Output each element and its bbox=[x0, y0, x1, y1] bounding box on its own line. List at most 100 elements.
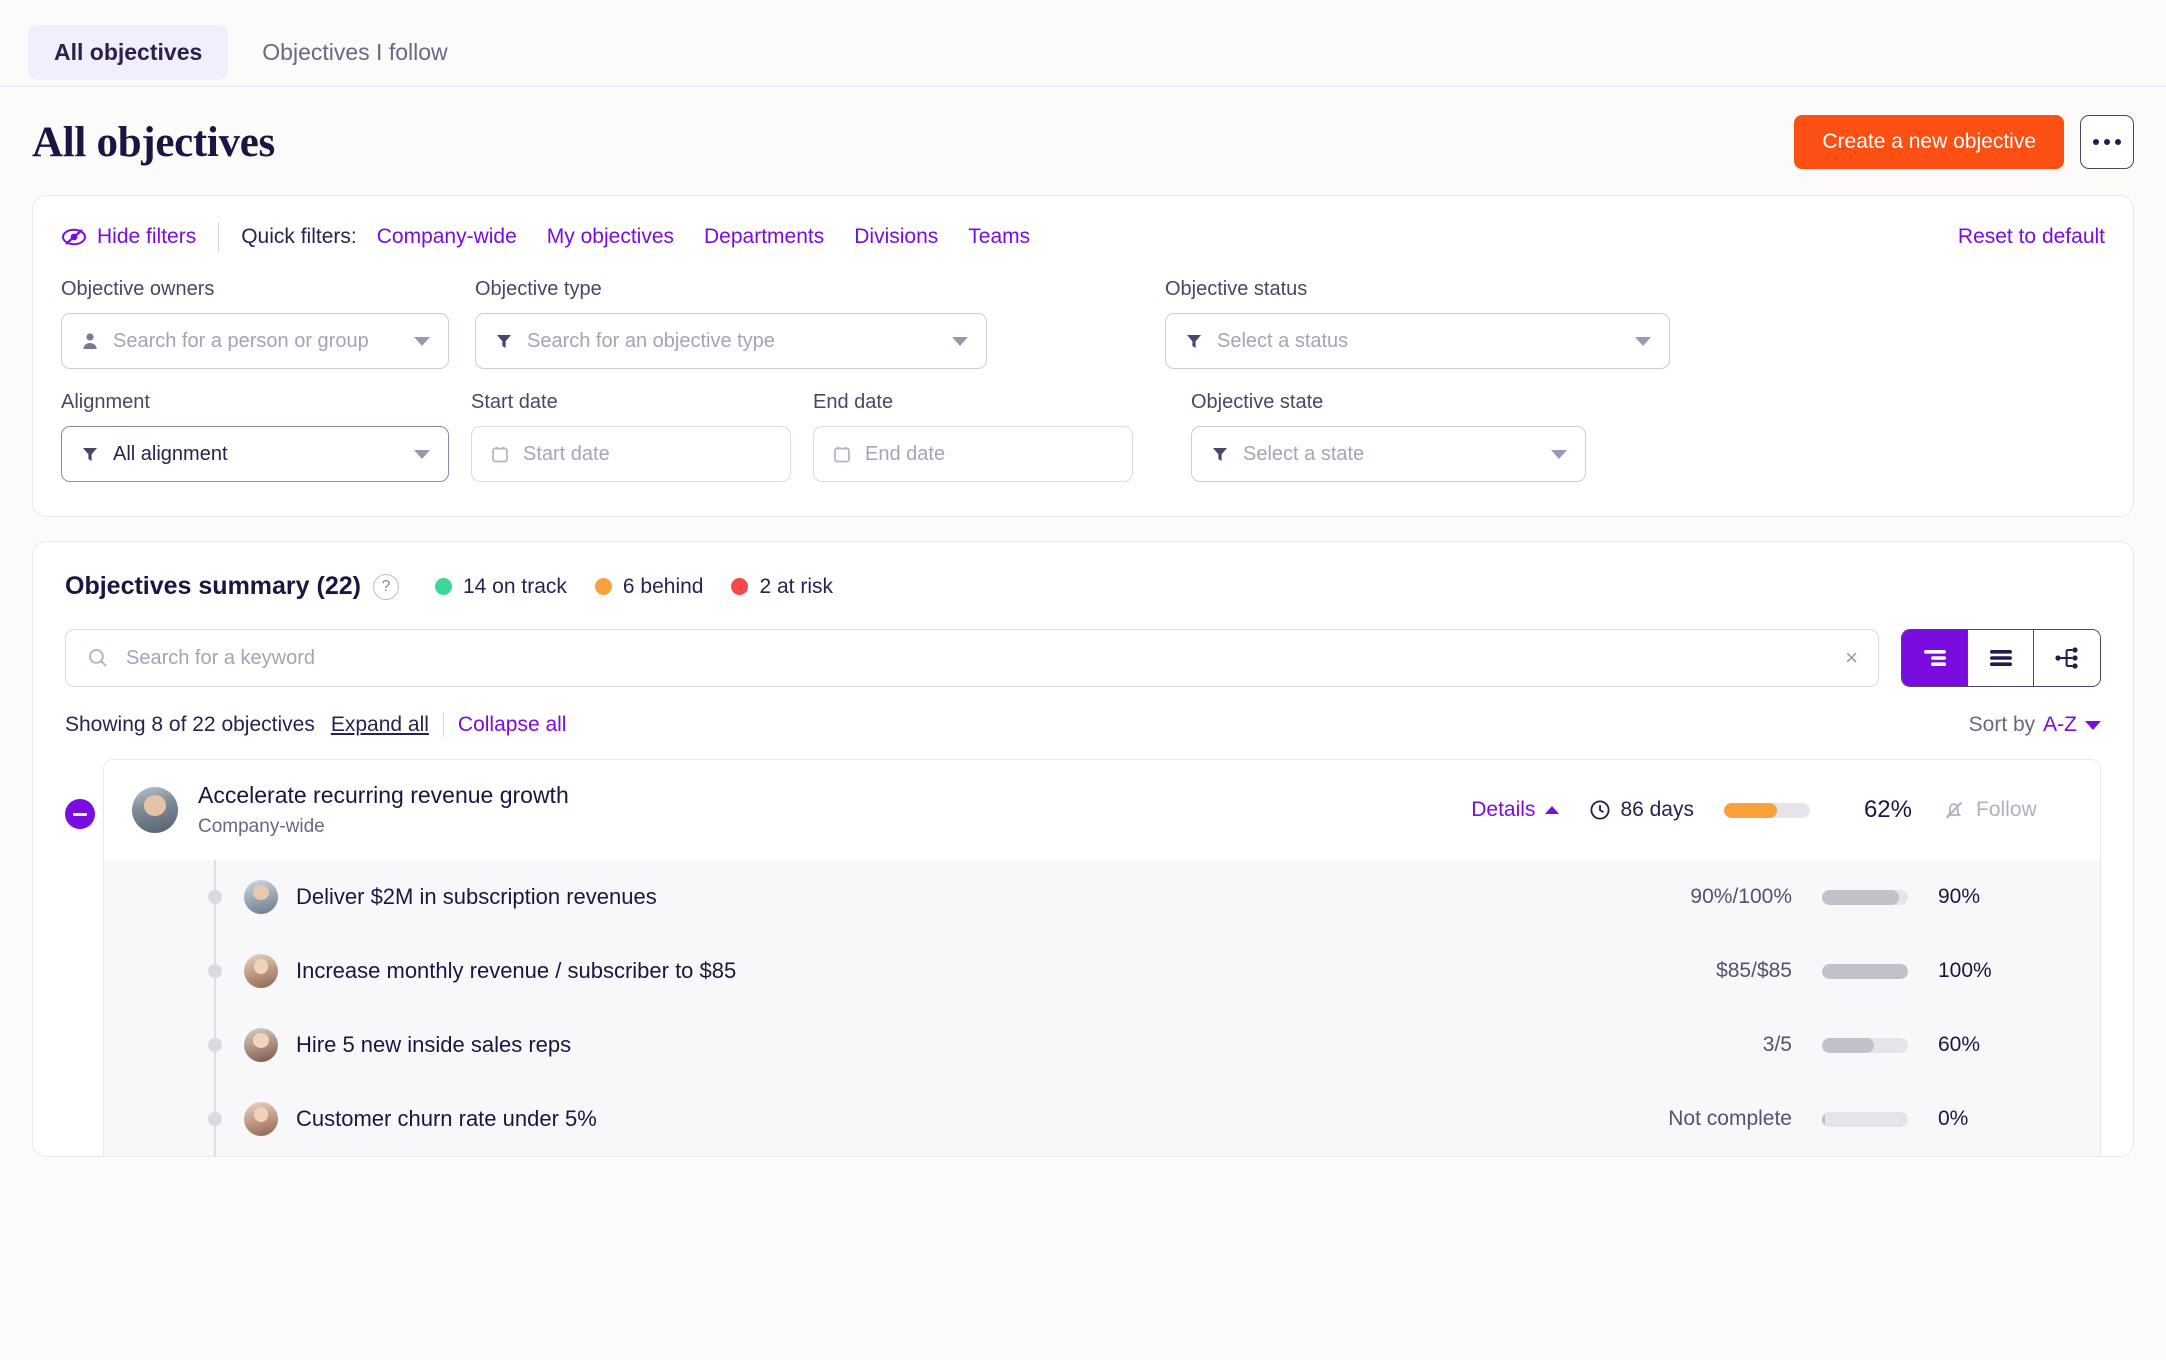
objective-card: Accelerate recurring revenue growth Comp… bbox=[103, 759, 2101, 1156]
filter-objective-state: Objective state Select a state bbox=[1191, 391, 1586, 482]
follow-label: Follow bbox=[1976, 798, 2037, 821]
hide-filters-button[interactable]: Hide filters bbox=[61, 225, 196, 249]
key-result-name[interactable]: Customer churn rate under 5% bbox=[296, 1106, 597, 1132]
key-result-value: 90%/100% bbox=[1690, 885, 1792, 908]
filter-objective-status: Objective status Select a status bbox=[1165, 278, 1670, 369]
key-result-row[interactable]: Deliver $2M in subscription revenues 90%… bbox=[104, 860, 2100, 934]
start-date-input[interactable]: Start date bbox=[471, 426, 791, 482]
sort-by-control[interactable]: Sort by A-Z bbox=[1969, 713, 2101, 737]
funnel-icon bbox=[497, 335, 511, 348]
nested-list-view-button[interactable] bbox=[1902, 630, 1968, 686]
days-remaining: 86 days bbox=[1589, 798, 1694, 822]
calendar-icon bbox=[834, 446, 850, 463]
alignment-value: All alignment bbox=[113, 442, 228, 465]
status-summary: 14 on track 6 behind 2 at risk bbox=[434, 574, 833, 599]
objective-state-select[interactable]: Select a state bbox=[1191, 426, 1586, 482]
sort-by-value: A-Z bbox=[2043, 713, 2077, 736]
filter-objective-owners: Objective owners Search for a person or … bbox=[61, 278, 449, 369]
objective-row[interactable]: Accelerate recurring revenue growth Comp… bbox=[104, 760, 2100, 860]
filter-start-date: Start date Start date bbox=[471, 391, 791, 482]
key-result-name[interactable]: Increase monthly revenue / subscriber to… bbox=[296, 958, 736, 984]
key-result-name[interactable]: Hire 5 new inside sales reps bbox=[296, 1032, 571, 1058]
avatar bbox=[244, 1102, 278, 1136]
key-result-row[interactable]: Hire 5 new inside sales reps 3/5 60% bbox=[104, 1008, 2100, 1082]
details-label: Details bbox=[1471, 798, 1536, 821]
layout-spacer bbox=[1013, 278, 1139, 369]
filters-card: Hide filters Quick filters: Company-wide… bbox=[32, 195, 2134, 517]
hide-filters-label: Hide filters bbox=[97, 225, 197, 248]
summary-title: Objectives summary (22) bbox=[65, 572, 361, 600]
filters-row-one: Objective owners Search for a person or … bbox=[61, 278, 2105, 369]
ellipsis-icon bbox=[2115, 139, 2121, 145]
clear-search-icon[interactable]: × bbox=[1845, 647, 1858, 669]
ellipsis-icon bbox=[2104, 139, 2110, 145]
status-on-track: 14 on track bbox=[434, 574, 567, 599]
flat-list-view-button[interactable] bbox=[1968, 630, 2034, 686]
search-input[interactable]: Search for a keyword bbox=[126, 647, 315, 670]
quick-filter-teams[interactable]: Teams bbox=[968, 225, 1030, 249]
status-on-track-label: 14 on track bbox=[462, 574, 567, 598]
filters-row-two: Alignment All alignment Start date Start… bbox=[61, 391, 2105, 482]
filter-label-alignment: Alignment bbox=[61, 391, 150, 413]
filters-header: Hide filters Quick filters: Company-wide… bbox=[61, 222, 2105, 252]
expand-collapse-divider bbox=[442, 713, 444, 737]
status-behind-label: 6 behind bbox=[622, 574, 704, 598]
more-options-button[interactable] bbox=[2080, 115, 2134, 169]
key-result-value: $85/$85 bbox=[1716, 959, 1792, 982]
key-result-dot bbox=[208, 1112, 222, 1126]
objective-status-select[interactable]: Select a status bbox=[1165, 313, 1670, 369]
chevron-down-icon bbox=[2085, 720, 2101, 730]
chevron-down-icon bbox=[952, 336, 968, 346]
tab-all-objectives[interactable]: All objectives bbox=[28, 24, 229, 80]
objectives-page: All objectives Objectives I follow All o… bbox=[0, 0, 2166, 1360]
sort-by-label: Sort by bbox=[1968, 713, 2036, 736]
objectives-summary-card: Objectives summary (22) ? 14 on track 6 … bbox=[32, 541, 2134, 1157]
objective-name[interactable]: Accelerate recurring revenue growth bbox=[198, 782, 569, 809]
filter-label-type: Objective type bbox=[475, 278, 602, 300]
collapse-objective-toggle[interactable] bbox=[65, 799, 95, 829]
end-date-input[interactable]: End date bbox=[813, 426, 1133, 482]
details-toggle[interactable]: Details bbox=[1471, 798, 1560, 822]
expand-all-button[interactable]: Expand all bbox=[331, 713, 429, 737]
list-icon bbox=[1989, 650, 2012, 666]
chevron-down-icon bbox=[414, 449, 430, 459]
tree-chart-view-button[interactable] bbox=[2034, 630, 2100, 686]
create-new-objective-button[interactable]: Create a new objective bbox=[1794, 115, 2064, 169]
quick-filter-company-wide[interactable]: Company-wide bbox=[377, 225, 517, 249]
filter-label-owners: Objective owners bbox=[61, 278, 215, 300]
alignment-select[interactable]: All alignment bbox=[61, 426, 449, 482]
avatar bbox=[244, 954, 278, 988]
collapse-all-button[interactable]: Collapse all bbox=[458, 713, 567, 737]
status-behind: 6 behind bbox=[594, 574, 704, 599]
showing-count: Showing 8 of 22 objectives bbox=[65, 713, 315, 736]
tab-objectives-i-follow[interactable]: Objectives I follow bbox=[236, 25, 473, 80]
quick-filter-departments[interactable]: Departments bbox=[704, 225, 824, 249]
search-row: Search for a keyword × bbox=[65, 629, 2101, 687]
status-at-risk: 2 at risk bbox=[731, 575, 833, 599]
quick-filter-divisions[interactable]: Divisions bbox=[854, 225, 938, 249]
key-results-list: Deliver $2M in subscription revenues 90%… bbox=[104, 860, 2100, 1156]
objective-progress-fill bbox=[1724, 802, 1778, 818]
chevron-down-icon bbox=[1551, 449, 1567, 459]
key-result-meta: Not complete 0% bbox=[1622, 1107, 2074, 1131]
header-actions: Create a new objective bbox=[1794, 115, 2134, 169]
follow-button[interactable]: Follow bbox=[1942, 798, 2074, 822]
key-result-row[interactable]: Increase monthly revenue / subscriber to… bbox=[104, 934, 2100, 1008]
keyword-search-box[interactable]: Search for a keyword × bbox=[65, 629, 1879, 687]
minus-icon bbox=[73, 812, 87, 816]
funnel-icon bbox=[1187, 335, 1201, 348]
filter-label-state: Objective state bbox=[1191, 391, 1324, 413]
key-result-row[interactable]: Customer churn rate under 5% Not complet… bbox=[104, 1082, 2100, 1156]
avatar bbox=[244, 880, 278, 914]
help-icon[interactable]: ? bbox=[372, 573, 399, 600]
reset-to-default-button[interactable]: Reset to default bbox=[1958, 225, 2105, 249]
view-toggle-group bbox=[1901, 629, 2101, 687]
key-result-progress-pct: 60% bbox=[1938, 1033, 1981, 1056]
objective-owners-select[interactable]: Search for a person or group bbox=[61, 313, 449, 369]
key-result-progress-pct: 90% bbox=[1938, 885, 1981, 908]
key-result-progress-pct: 0% bbox=[1938, 1107, 1969, 1130]
key-result-name[interactable]: Deliver $2M in subscription revenues bbox=[296, 884, 657, 910]
objective-type-select[interactable]: Search for an objective type bbox=[475, 313, 987, 369]
key-result-dot bbox=[208, 1038, 222, 1052]
quick-filter-my-objectives[interactable]: My objectives bbox=[547, 225, 674, 249]
